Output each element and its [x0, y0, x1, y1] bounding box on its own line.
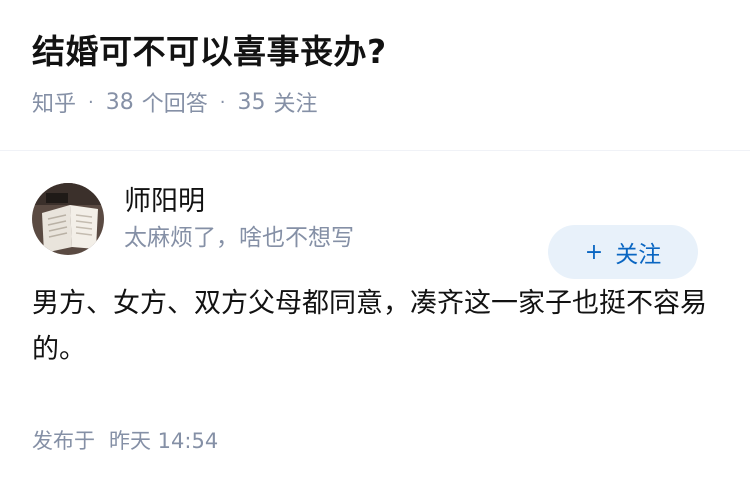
- meta-dot: ·: [88, 91, 94, 113]
- author-bio: 太麻烦了，啥也不想写: [124, 225, 354, 251]
- followers-count: 35: [237, 89, 266, 115]
- follow-button-label: 关注: [615, 242, 662, 268]
- author-info: 师阳明 太麻烦了，啥也不想写: [124, 184, 354, 254]
- source-label: 知乎: [32, 92, 77, 117]
- author-name[interactable]: 师阳明: [124, 184, 354, 220]
- question-header: 结婚可不可以喜事丧办? 知乎 · 38 个回答 · 35 关注: [0, 0, 750, 120]
- publish-label: 发布于: [32, 429, 95, 453]
- followers-label[interactable]: 关注: [274, 86, 318, 118]
- answers-count: 38: [105, 89, 134, 115]
- answers-label[interactable]: 个回答: [142, 86, 208, 118]
- divider: [0, 150, 750, 151]
- publish-time: 昨天 14:54: [109, 429, 219, 453]
- answer-card: 师阳明 太麻烦了，啥也不想写 + 关注 男方、女方、双方父母都同意，凑齐这一家子…: [0, 183, 750, 455]
- question-meta: 知乎 · 38 个回答 · 35 关注: [32, 86, 718, 118]
- avatar[interactable]: [32, 183, 104, 255]
- follow-button[interactable]: + 关注: [548, 225, 698, 279]
- plus-icon: +: [584, 239, 604, 265]
- publish-info: 发布于 昨天 14:54: [32, 425, 718, 455]
- meta-dot: ·: [219, 91, 226, 113]
- avatar-book-icon: [32, 183, 104, 255]
- answer-content[interactable]: 男方、女方、双方父母都同意，凑齐这一家子也挺不容易的。: [32, 281, 712, 373]
- question-title[interactable]: 结婚可不可以喜事丧办?: [32, 30, 718, 74]
